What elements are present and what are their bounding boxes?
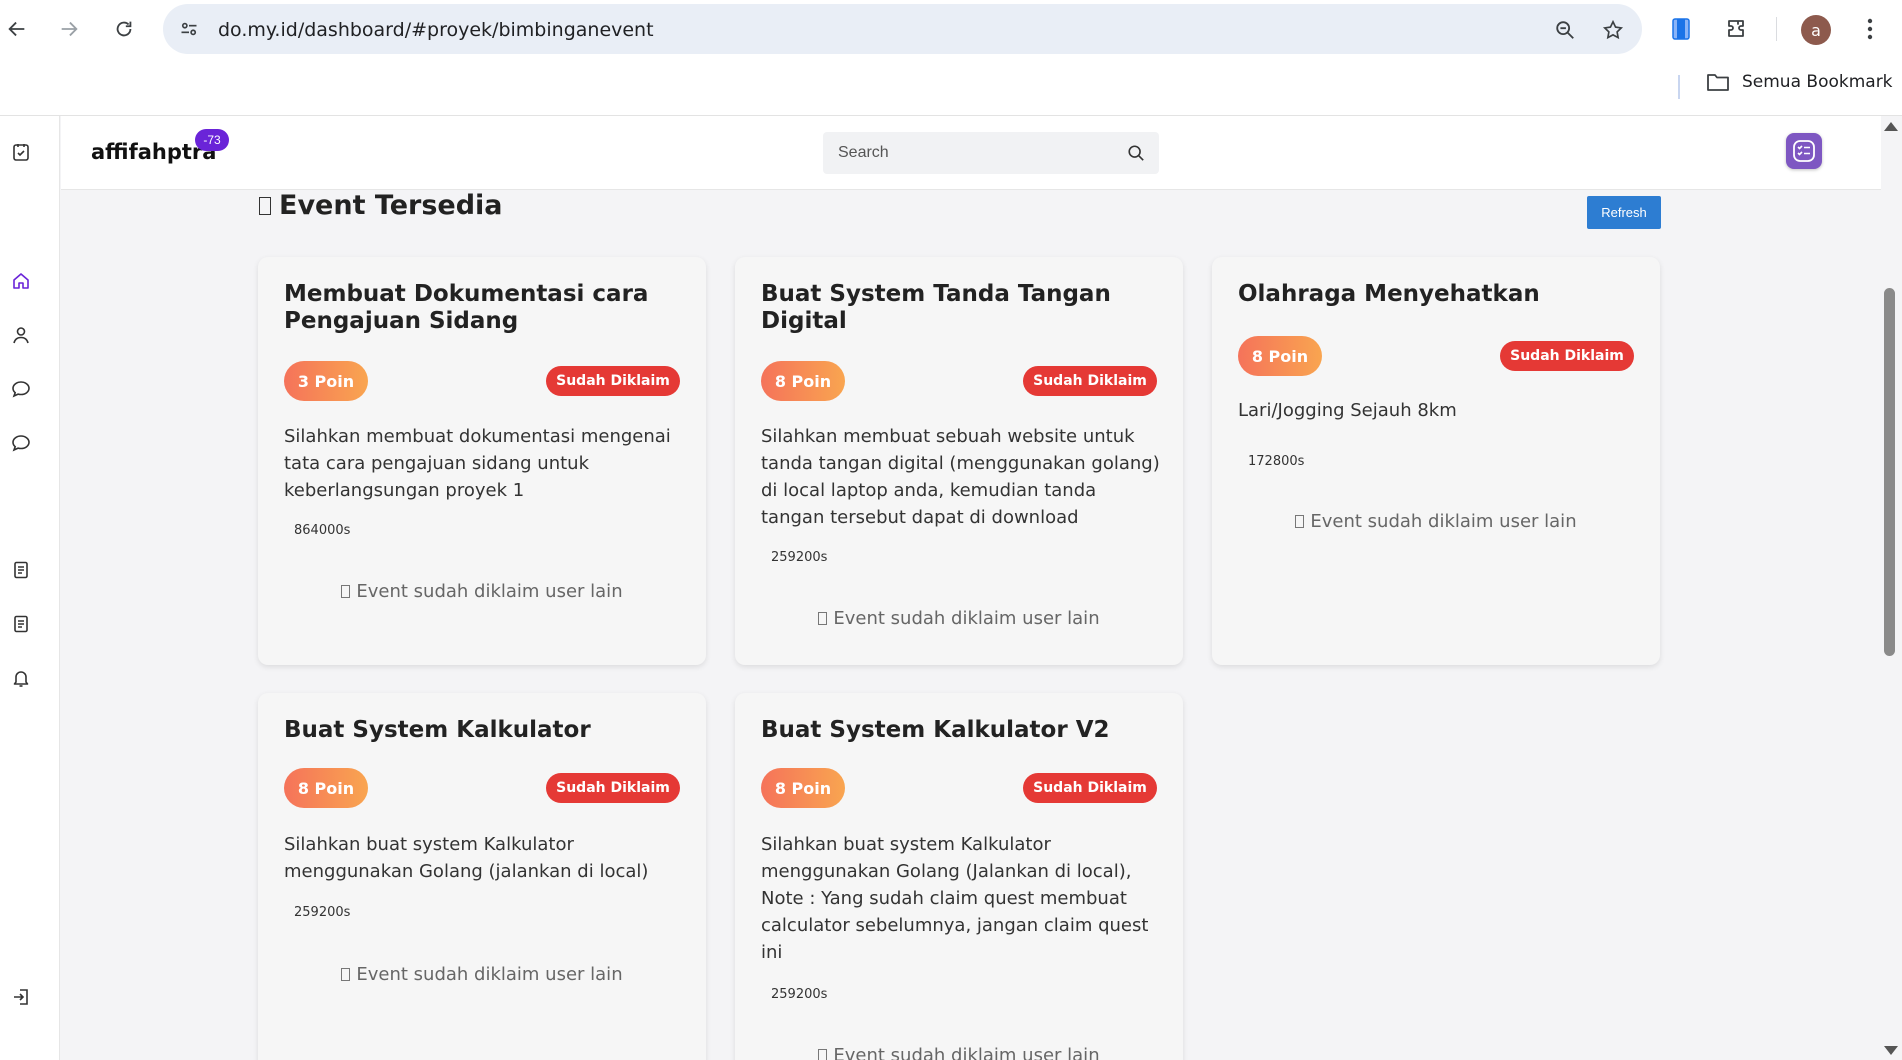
event-duration: 259200s xyxy=(294,905,351,920)
search-button[interactable] xyxy=(1125,142,1147,164)
address-bar[interactable]: do.my.id/dashboard/#proyek/bimbinganeven… xyxy=(163,4,1642,54)
event-title: Buat System Kalkulator V2 xyxy=(761,717,1110,743)
status-badge: Sudah Diklaim xyxy=(1023,773,1157,803)
url-text[interactable]: do.my.id/dashboard/#proyek/bimbinganeven… xyxy=(218,19,654,41)
missing-glyph-icon xyxy=(818,1049,828,1060)
event-title: Buat System Kalkulator xyxy=(284,717,591,743)
page-viewport: affifahptra -73 Event Tersedia Refresh M… xyxy=(0,116,1902,1060)
all-bookmarks-button[interactable]: Semua Bookmark xyxy=(1706,72,1893,92)
status-badge: Sudah Diklaim xyxy=(1023,366,1157,396)
browser-toolbar: do.my.id/dashboard/#proyek/bimbinganeven… xyxy=(0,0,1902,58)
claim-note: Event sudah diklaim user lain xyxy=(258,964,706,985)
claim-note-text: Event sudah diklaim user lain xyxy=(356,964,623,985)
status-badge: Sudah Diklaim xyxy=(546,773,680,803)
missing-glyph-icon xyxy=(818,612,828,625)
points-pill: 8 Poin xyxy=(761,361,845,401)
points-badge: -73 xyxy=(195,129,229,151)
claim-note-text: Event sudah diklaim user lain xyxy=(833,608,1100,629)
app-header: affifahptra -73 xyxy=(61,116,1881,190)
arrow-right-icon xyxy=(61,21,78,37)
event-description: Silahkan membuat sebuah website untuk ta… xyxy=(761,426,1160,528)
scroll-up-arrow-icon[interactable] xyxy=(1884,122,1898,131)
event-description: Silahkan membuat dokumentasi mengenai ta… xyxy=(284,426,671,501)
event-card: Buat System Kalkulator 8 Poin Sudah Dikl… xyxy=(258,693,706,1060)
event-description: Silahkan buat system Kalkulator mengguna… xyxy=(761,834,1149,963)
menu-kebab-icon[interactable] xyxy=(1855,14,1885,44)
section-heading: Event Tersedia xyxy=(259,190,503,221)
event-duration: 172800s xyxy=(1248,454,1305,469)
event-card: Buat System Tanda Tangan Digital 8 Poin … xyxy=(735,257,1183,665)
site-info-icon[interactable] xyxy=(177,17,201,41)
logout-icon[interactable] xyxy=(8,984,34,1010)
arrow-left-icon xyxy=(8,21,25,37)
zoom-icon[interactable] xyxy=(1552,17,1578,43)
points-pill: 8 Poin xyxy=(284,768,368,808)
points-pill: 3 Poin xyxy=(284,361,368,401)
bookmark-divider xyxy=(1678,75,1680,99)
points-pill: 8 Poin xyxy=(1238,336,1322,376)
user-icon[interactable] xyxy=(8,322,34,348)
missing-glyph-icon xyxy=(341,585,351,598)
checklist-icon[interactable] xyxy=(8,139,34,165)
reload-button[interactable] xyxy=(109,14,139,44)
claim-note-text: Event sudah diklaim user lain xyxy=(356,581,623,602)
profile-initial: a xyxy=(1811,20,1821,40)
status-badge: Sudah Diklaim xyxy=(546,366,680,396)
claim-note: Event sudah diklaim user lain xyxy=(1212,511,1660,532)
toolbar-divider xyxy=(1776,17,1777,41)
status-badge: Sudah Diklaim xyxy=(1500,341,1634,371)
document-icon-2[interactable] xyxy=(8,611,34,637)
claim-note-text: Event sudah diklaim user lain xyxy=(833,1045,1100,1060)
missing-glyph-icon xyxy=(259,196,271,215)
app-menu-button[interactable] xyxy=(1786,133,1822,169)
event-duration: 864000s xyxy=(294,523,351,538)
bell-icon[interactable] xyxy=(8,665,34,691)
folder-icon xyxy=(1707,74,1729,91)
event-duration: 259200s xyxy=(771,550,828,565)
scroll-down-arrow-icon[interactable] xyxy=(1884,1046,1898,1055)
bookmark-star-icon[interactable] xyxy=(1600,17,1626,43)
event-description: Lari/Jogging Sejauh 8km xyxy=(1238,400,1457,421)
event-card: Buat System Kalkulator V2 8 Poin Sudah D… xyxy=(735,693,1183,1060)
home-icon[interactable] xyxy=(8,268,34,294)
claim-note: Event sudah diklaim user lain xyxy=(735,608,1183,629)
extensions-icon[interactable] xyxy=(1722,14,1752,44)
search-input[interactable] xyxy=(823,132,1113,174)
claim-note: Event sudah diklaim user lain xyxy=(735,1045,1183,1060)
event-duration: 259200s xyxy=(771,987,828,1002)
chat-icon-2[interactable] xyxy=(8,430,34,456)
icon-sidebar xyxy=(0,116,60,1060)
event-card: Membuat Dokumentasi cara Pengajuan Sidan… xyxy=(258,257,706,665)
document-icon[interactable] xyxy=(8,557,34,583)
claim-note: Event sudah diklaim user lain xyxy=(258,581,706,602)
search-icon xyxy=(1128,145,1144,161)
reading-mode-icon[interactable] xyxy=(1666,14,1696,44)
refresh-button[interactable]: Refresh xyxy=(1587,196,1661,229)
search-box xyxy=(823,132,1159,174)
event-card: Olahraga Menyehatkan 8 Poin Sudah Diklai… xyxy=(1212,257,1660,665)
event-title: Buat System Tanda Tangan Digital xyxy=(761,281,1111,334)
missing-glyph-icon xyxy=(1295,515,1305,528)
scrollbar-thumb[interactable] xyxy=(1884,288,1895,656)
claim-note-text: Event sudah diklaim user lain xyxy=(1310,511,1577,532)
all-bookmarks-label: Semua Bookmark xyxy=(1742,72,1893,92)
back-button[interactable] xyxy=(2,14,32,44)
forward-button[interactable] xyxy=(54,14,84,44)
profile-avatar[interactable]: a xyxy=(1801,15,1831,45)
event-title: Membuat Dokumentasi cara Pengajuan Sidan… xyxy=(284,281,649,334)
chat-icon[interactable] xyxy=(8,376,34,402)
task-list-icon xyxy=(1793,140,1815,162)
section-title-text: Event Tersedia xyxy=(279,190,503,221)
event-description: Silahkan buat system Kalkulator mengguna… xyxy=(284,834,649,882)
event-title: Olahraga Menyehatkan xyxy=(1238,281,1540,307)
bookmark-bar: Semua Bookmark xyxy=(0,58,1902,116)
missing-glyph-icon xyxy=(341,968,351,981)
reload-icon xyxy=(116,21,132,37)
points-pill: 8 Poin xyxy=(761,768,845,808)
page-scrollbar[interactable] xyxy=(1881,116,1902,1060)
